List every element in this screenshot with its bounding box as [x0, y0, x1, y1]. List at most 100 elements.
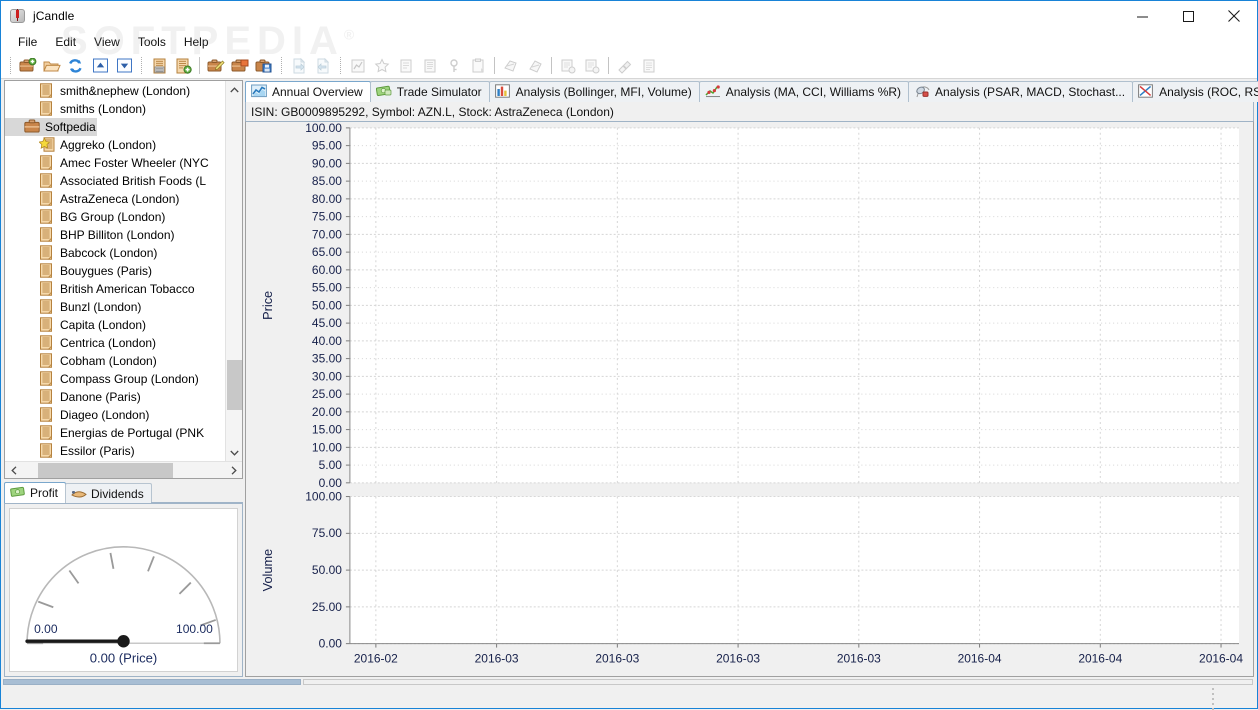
portfolio-properties-icon[interactable]: [228, 55, 252, 77]
move-up-icon[interactable]: [88, 55, 112, 77]
tab-analysis-ma-cci-williams-r[interactable]: Analysis (MA, CCI, Williams %R): [699, 81, 909, 102]
indicator-a-icon[interactable]: [499, 55, 523, 77]
import-icon[interactable]: [287, 55, 311, 77]
profit-dividends-panel: Profit Dividends: [4, 483, 243, 677]
refresh-icon[interactable]: [64, 55, 88, 77]
notes-icon[interactable]: [394, 55, 418, 77]
list-stocks-icon[interactable]: [147, 55, 171, 77]
tree-item[interactable]: Centrica (London): [5, 334, 225, 352]
tree-item[interactable]: Essilor (Paris): [5, 442, 225, 460]
menu-bar: File Edit View Tools Help: [1, 31, 1257, 53]
price-tick-label: 10.00: [312, 440, 342, 454]
tree-item[interactable]: Softpedia: [5, 118, 97, 136]
tree-scroll-track[interactable]: [226, 98, 243, 444]
price-tick-label: 75.00: [312, 210, 342, 224]
scroll-right-icon[interactable]: [225, 462, 242, 479]
indicator-b-icon[interactable]: [523, 55, 547, 77]
tree-hscroll-track[interactable]: [22, 462, 225, 479]
tree-item[interactable]: AstraZeneca (London): [5, 190, 225, 208]
clear-icon[interactable]: [613, 55, 637, 77]
tree-item[interactable]: smiths (London): [5, 100, 225, 118]
tree-item[interactable]: Cobham (London): [5, 352, 225, 370]
menu-edit[interactable]: Edit: [46, 33, 85, 52]
tree-item-label: Diageo (London): [60, 408, 149, 422]
status-progress-bar: [3, 679, 301, 685]
tree-item[interactable]: Bouygues (Paris): [5, 262, 225, 280]
favorite-star-icon[interactable]: [370, 55, 394, 77]
price-tick-label: 25.00: [312, 387, 342, 401]
tree-item[interactable]: Bunzl (London): [5, 298, 225, 316]
tree-scroll-thumb[interactable]: [227, 360, 242, 410]
tree-item[interactable]: BHP Billiton (London): [5, 226, 225, 244]
tab-annual-overview[interactable]: Annual Overview: [245, 81, 371, 102]
calc-report-icon[interactable]: [580, 55, 604, 77]
tree-item[interactable]: BG Group (London): [5, 208, 225, 226]
add-stock-icon[interactable]: [171, 55, 195, 77]
chart-canvas[interactable]: 100.0095.0090.0085.0080.0075.0070.0065.0…: [245, 121, 1254, 677]
open-portfolio-icon[interactable]: [40, 55, 64, 77]
portfolio-tree[interactable]: smith&nephew (London) smiths (London)Soft…: [5, 81, 225, 461]
scroll-left-icon[interactable]: [5, 462, 22, 479]
x-tick-label: 2016-04: [1078, 651, 1122, 665]
tree-item[interactable]: Amec Foster Wheeler (NYC: [5, 154, 225, 172]
tab-analysis-roc-rsi-aroon[interactable]: Analysis (ROC, RSI, Aroon): [1132, 81, 1258, 102]
minimize-icon[interactable]: [1119, 1, 1165, 31]
tree-vertical-scrollbar[interactable]: [225, 81, 242, 461]
tab-profit[interactable]: Profit: [4, 482, 66, 503]
tree-item[interactable]: Associated British Foods (L: [5, 172, 225, 190]
scroll-up-icon[interactable]: [226, 81, 243, 98]
tree-item[interactable]: Babcock (London): [5, 244, 225, 262]
tree-item[interactable]: smith&nephew (London): [5, 82, 225, 100]
tree-item[interactable]: Capita (London): [5, 316, 225, 334]
tree-item[interactable]: British American Tobacco: [5, 280, 225, 298]
tree-item[interactable]: Compass Group (London): [5, 370, 225, 388]
volume-tick-label: 50.00: [312, 563, 342, 577]
document-icon: [39, 389, 55, 405]
tree-item-label: smith&nephew (London): [60, 84, 190, 98]
key-icon[interactable]: [442, 55, 466, 77]
new-portfolio-icon[interactable]: [16, 55, 40, 77]
save-portfolio-icon[interactable]: [252, 55, 276, 77]
chart-snapshot-icon[interactable]: [346, 55, 370, 77]
price-volume-chart: 100.0095.0090.0085.0080.0075.0070.0065.0…: [246, 122, 1253, 676]
tab-label: Analysis (ROC, RSI, Aroon): [1159, 85, 1258, 99]
document-icon: [39, 83, 55, 99]
toolbar: [1, 53, 1257, 79]
tree-item[interactable]: Danone (Paris): [5, 388, 225, 406]
menu-tools[interactable]: Tools: [129, 33, 175, 52]
volume-tick-label: 100.00: [305, 490, 342, 504]
starred-document-icon: [39, 137, 55, 153]
price-tick-label: 60.00: [312, 263, 342, 277]
volume-axis-label: Volume: [260, 549, 275, 592]
menu-help[interactable]: Help: [175, 33, 218, 52]
tab-dividends[interactable]: Dividends: [65, 483, 152, 503]
price-tick-label: 20.00: [312, 405, 342, 419]
menu-file[interactable]: File: [9, 33, 46, 52]
close-icon[interactable]: [1211, 1, 1257, 31]
resize-grip[interactable]: [1209, 685, 1217, 705]
tree-horizontal-scrollbar[interactable]: [5, 461, 242, 478]
menu-view[interactable]: View: [85, 33, 129, 52]
clipboard-icon[interactable]: [466, 55, 490, 77]
edit-portfolio-icon[interactable]: [204, 55, 228, 77]
tree-item[interactable]: Diageo (London): [5, 406, 225, 424]
report-icon[interactable]: [418, 55, 442, 77]
tree-item[interactable]: Aggreko (London): [5, 136, 225, 154]
price-tick-label: 40.00: [312, 334, 342, 348]
calc-history-icon[interactable]: [556, 55, 580, 77]
price-tick-label: 55.00: [312, 281, 342, 295]
maximize-icon[interactable]: [1165, 1, 1211, 31]
tab-analysis-psar-macd-stochast[interactable]: Analysis (PSAR, MACD, Stochast...: [908, 81, 1133, 102]
price-axis-label: Price: [260, 291, 275, 320]
scroll-down-icon[interactable]: [226, 444, 243, 461]
export-icon[interactable]: [311, 55, 335, 77]
tab-analysis-bollinger-mfi-volume[interactable]: Analysis (Bollinger, MFI, Volume): [489, 81, 700, 102]
tree-hscroll-thumb[interactable]: [38, 463, 173, 478]
move-down-icon[interactable]: [112, 55, 136, 77]
tree-item[interactable]: Energias de Portugal (PNK: [5, 424, 225, 442]
tab-label: Analysis (Bollinger, MFI, Volume): [516, 85, 692, 99]
analysis-tabs: Annual OverviewTrade Simulator Analysis (…: [245, 80, 1254, 102]
gauge-min-label: 0.00: [34, 622, 58, 636]
tab-trade-simulator[interactable]: Trade Simulator: [370, 81, 490, 102]
log-icon[interactable]: [637, 55, 661, 77]
